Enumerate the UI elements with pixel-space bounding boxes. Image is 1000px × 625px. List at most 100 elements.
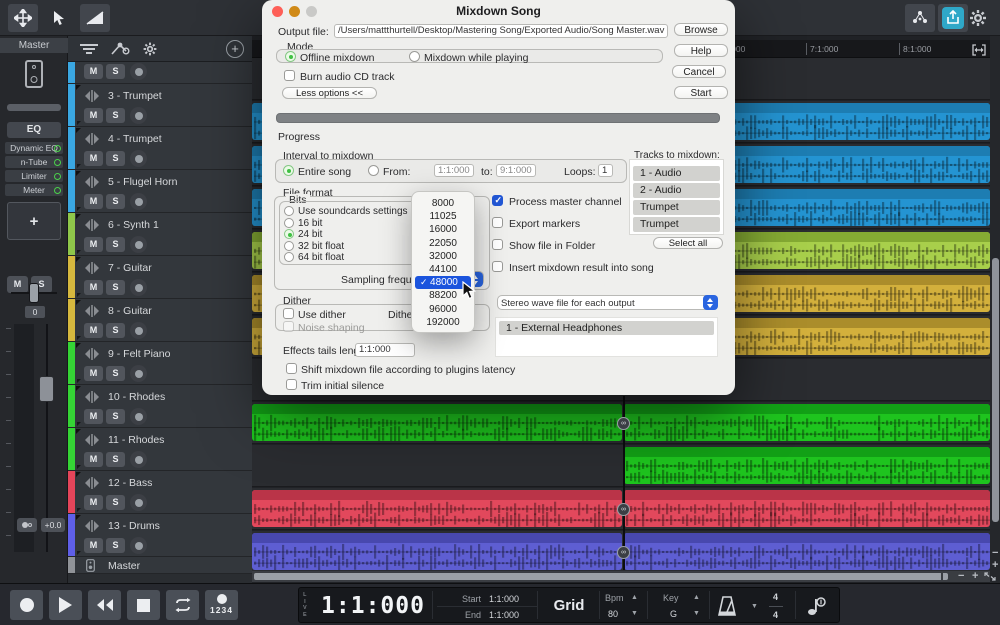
loop-button[interactable] [166,590,199,620]
cancel-button[interactable]: Cancel [672,65,726,78]
crossfade-marker[interactable]: ∞ [617,503,630,516]
track-name[interactable]: 3 - Trumpet [108,90,162,102]
mute-button[interactable]: M [84,409,103,424]
key-value[interactable]: G [670,609,677,619]
track-name[interactable]: 11 - Rhodes [108,434,164,446]
track-name[interactable]: 6 - Synth 1 [108,219,159,231]
sampling-option-192000[interactable]: 192000 [415,316,471,329]
track-name[interactable]: 13 - Drums [108,520,160,532]
vertical-scrollbar[interactable]: − + [990,36,1000,583]
plugin-power-icon[interactable] [54,187,61,194]
audio-clip[interactable] [252,490,622,527]
minimize-window-button[interactable] [289,6,300,17]
track-name[interactable]: 10 - Rhodes [108,391,165,403]
audio-clip[interactable] [624,533,990,570]
checkbox-export-markers[interactable] [492,217,503,228]
add-plugin-button[interactable]: + [7,202,61,240]
shift-latency-checkbox[interactable] [286,363,297,374]
pointer-tool-button[interactable] [44,4,74,32]
mute-button[interactable]: M [84,495,103,510]
less-options-button[interactable]: Less options << [282,87,377,99]
horizontal-scroll-handle[interactable] [254,573,948,580]
vzoom-out-button[interactable]: − [992,548,998,558]
sampling-option-32000[interactable]: 32000 [415,250,471,263]
audio-clip[interactable] [624,490,990,527]
plugin-slot-limiter[interactable]: Limiter [5,170,63,182]
bpm-up-button[interactable]: ▲ [631,594,638,601]
track-row-11-rhodes[interactable]: 11 - RhodesMS [68,428,252,471]
burn-cd-checkbox[interactable] [284,70,295,81]
bpm-value[interactable]: 80 [608,609,618,619]
output-file-field[interactable]: /Users/mattthurtell/Desktop/Mastering So… [334,24,668,38]
solo-button[interactable]: S [106,151,125,166]
track-row-6-synth-1[interactable]: 6 - Synth 1MS [68,213,252,256]
horizontal-scrollbar[interactable]: − + [252,571,990,582]
metronome-icon[interactable] [715,595,739,617]
arm-record-button[interactable] [130,279,147,296]
bit-option-radio-32-bit-float[interactable] [284,241,294,251]
checkbox-show-file-in-folder[interactable] [492,239,503,250]
add-track-button[interactable]: + [226,40,244,58]
close-window-button[interactable] [272,6,283,17]
mute-button[interactable]: M [84,280,103,295]
audio-clip[interactable] [252,533,622,570]
zoom-window-button[interactable] [306,6,317,17]
solo-button[interactable]: S [106,64,125,79]
vertical-scroll-handle[interactable] [992,258,999,522]
sampling-option-96000[interactable]: 96000 [415,303,471,316]
from-radio[interactable] [368,165,379,176]
track-name[interactable]: 7 - Guitar [108,262,152,274]
start-button[interactable]: Start [674,86,728,99]
solo-button[interactable]: S [106,194,125,209]
mute-button[interactable]: M [84,108,103,123]
monitor-button[interactable] [17,518,37,532]
eq-button[interactable]: EQ [7,122,61,138]
output-list-item[interactable]: 1 - External Headphones [499,321,714,335]
mixdown-while-playing-radio[interactable] [409,51,420,62]
stop-button[interactable] [127,590,160,620]
share-button[interactable] [938,4,968,32]
track-row-master[interactable]: Master [68,557,252,574]
solo-button[interactable]: S [106,280,125,295]
audio-clip[interactable] [624,447,990,484]
quantize-note-icon[interactable] [806,596,828,616]
checkbox-insert-mixdown-result-into-song[interactable] [492,261,503,272]
track-row-5-flugel-horn[interactable]: 5 - Flugel Horn MS [68,170,252,213]
mute-button[interactable]: M [84,64,103,79]
mute-button[interactable]: M [84,194,103,209]
audio-clip[interactable] [252,404,622,441]
fader-handle[interactable] [39,376,54,402]
effects-tails-field[interactable]: 1:1:000 [355,343,415,357]
use-dither-checkbox[interactable] [283,308,294,319]
arm-record-button[interactable] [130,365,147,382]
tracks-to-mixdown-list[interactable]: 1 - Audio2 - AudioTrumpetTrumpet [629,159,724,235]
plugin-slot-dynamic-eq[interactable]: Dynamic EQ [5,142,63,154]
track-name[interactable]: 4 - Trumpet [108,133,162,145]
mixdown-track-item[interactable]: Trumpet [633,217,720,232]
track-name[interactable]: 5 - Flugel Horn [108,176,177,188]
track-name[interactable]: 12 - Bass [108,477,152,489]
entire-song-radio[interactable] [283,165,294,176]
arm-record-button[interactable] [130,322,147,339]
mixdown-track-item[interactable]: 1 - Audio [633,166,720,181]
sampling-option-22050[interactable]: 22050 [415,237,471,250]
mute-button[interactable]: M [84,151,103,166]
grid-mode-button[interactable]: Grid [539,588,599,624]
mute-button[interactable]: M [84,366,103,381]
fit-view-icon[interactable] [984,572,996,581]
vzoom-in-button[interactable]: + [992,560,998,570]
output-mode-select[interactable]: Stereo wave file for each output [497,295,718,310]
plugin-power-icon[interactable] [54,145,61,152]
track-gear-icon[interactable] [142,41,158,57]
solo-button[interactable]: S [106,409,125,424]
solo-button[interactable]: S [106,323,125,338]
solo-button[interactable]: S [106,452,125,467]
arm-record-button[interactable] [130,150,147,167]
automation-icon[interactable] [110,40,134,58]
master-volume-slider[interactable] [7,104,61,111]
audio-clip[interactable] [624,404,990,441]
track-row-13-drums[interactable]: 13 - DrumsMS [68,514,252,557]
track-row-7-guitar[interactable]: 7 - Guitar MS [68,256,252,299]
track-row-9-felt-piano[interactable]: 9 - Felt PianoMS [68,342,252,385]
track-filter-icon[interactable] [78,42,100,56]
